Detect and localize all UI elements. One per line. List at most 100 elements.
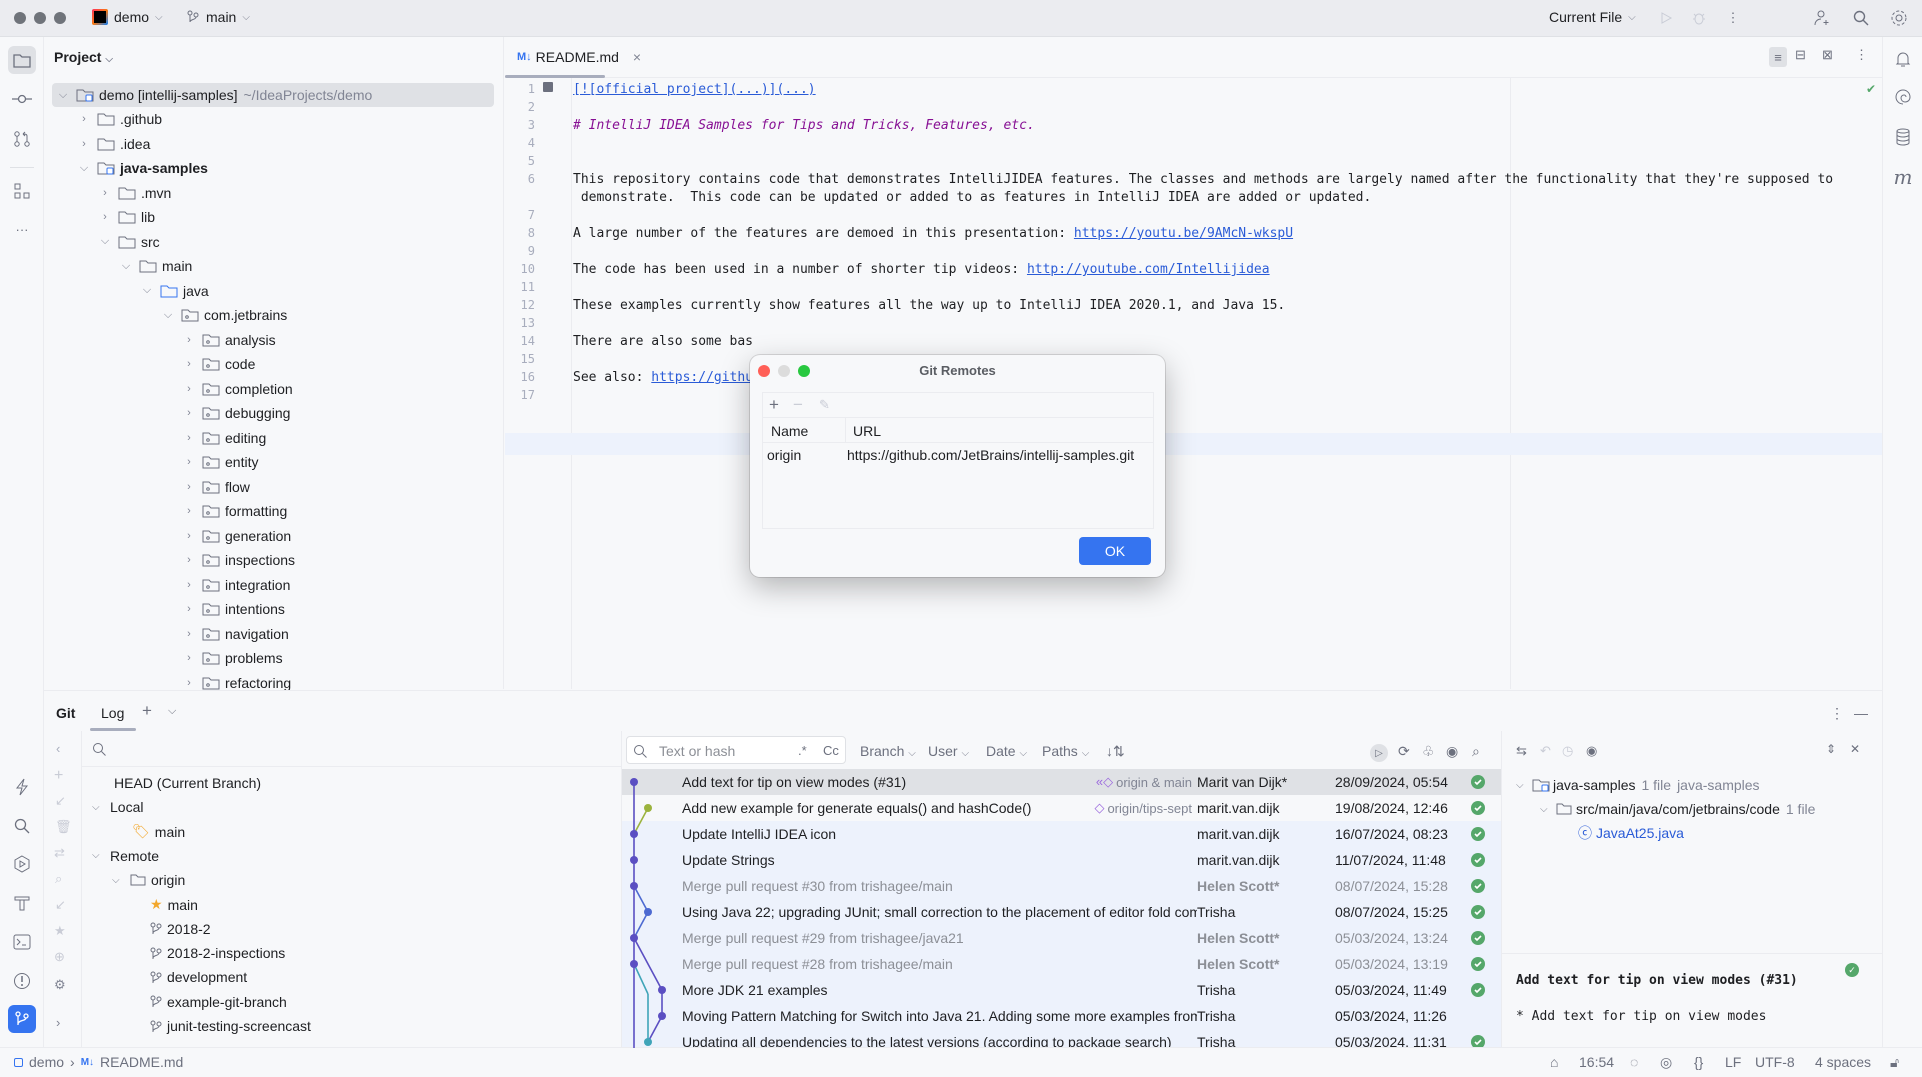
new-branch-button[interactable]: + — [54, 767, 63, 785]
paths-filter[interactable]: Paths ⌵ — [1042, 743, 1089, 759]
chevron-right-icon[interactable]: › — [182, 383, 196, 395]
remote-branch[interactable]: 2018-2 — [150, 917, 211, 941]
problems-tool-button[interactable] — [8, 967, 36, 995]
code-style-widget[interactable]: {} — [1694, 1054, 1703, 1070]
file-encoding[interactable]: UTF-8 — [1755, 1054, 1795, 1070]
project-tree-item[interactable]: ⌵ src — [98, 230, 160, 254]
project-tree-item[interactable]: › entity — [182, 450, 258, 474]
maven-button[interactable]: m — [1889, 163, 1917, 191]
markdown-link[interactable]: https://githu — [651, 370, 753, 385]
chevron-right-icon[interactable]: › — [182, 334, 196, 346]
branch-group-local[interactable]: ⌵ Local — [92, 795, 143, 819]
project-tree-item[interactable]: › analysis — [182, 328, 275, 352]
project-switcher[interactable]: demo ⌵ — [92, 9, 163, 25]
changed-file-row[interactable]: ⓒ JavaAt25.java — [1578, 821, 1684, 845]
commit-row[interactable]: Merge pull request #30 from trishagee/ma… — [622, 873, 1502, 899]
branch-group-remote[interactable]: ⌵ Remote — [92, 844, 159, 868]
breadcrumb-project[interactable]: demo — [29, 1054, 64, 1070]
cursor-position[interactable]: 16:54 — [1579, 1054, 1614, 1070]
chevron-right-icon[interactable]: › — [182, 579, 196, 591]
sort-options-button[interactable]: ↓⇅ — [1106, 743, 1125, 760]
database-button[interactable] — [1889, 123, 1917, 151]
project-tree-item[interactable]: ⌵ java — [140, 279, 209, 303]
commit-row[interactable]: Merge pull request #28 from trishagee/ma… — [622, 951, 1502, 977]
commit-row[interactable]: Add text for tip on view modes (#31) «◇ or… — [622, 769, 1502, 795]
view-options-button[interactable]: ◉ — [1446, 743, 1458, 760]
chevron-right-icon[interactable]: › — [182, 677, 196, 689]
project-tree-item[interactable]: › debugging — [182, 401, 290, 425]
tabs-dropdown-button[interactable]: ⌵ — [168, 705, 176, 718]
chevron-right-icon[interactable]: › — [182, 530, 196, 542]
remote-row[interactable]: origin https://github.com/JetBrains/inte… — [763, 443, 1153, 467]
commit-tool-button[interactable] — [8, 85, 36, 113]
editor-more-button[interactable]: ⋮ — [1855, 47, 1868, 63]
remote-branch[interactable]: junit-testing-screencast — [150, 1014, 311, 1038]
project-tree-item[interactable]: › navigation — [182, 622, 289, 646]
update-button[interactable]: ↙ — [55, 793, 66, 809]
chevron-right-icon[interactable]: › — [182, 481, 196, 493]
remote-branch[interactable]: ★ main — [150, 893, 198, 917]
pull-requests-tool-button[interactable] — [8, 125, 36, 153]
project-tree-item[interactable]: › integration — [182, 573, 290, 597]
add-remote-button[interactable]: + — [769, 395, 779, 415]
graph-options-button[interactable]: ♧ — [1422, 743, 1435, 760]
project-tree-item[interactable]: › .mvn — [98, 181, 171, 205]
build-tool-button[interactable] — [8, 889, 36, 917]
project-tool-button[interactable] — [8, 46, 36, 74]
commit-row[interactable]: Merge pull request #29 from trishagee/ja… — [622, 925, 1502, 951]
add-tab-button[interactable]: + — [142, 701, 152, 721]
expand-all-button[interactable]: ⇕ — [1826, 742, 1836, 756]
vcs-widget[interactable]: ⌂ — [1550, 1054, 1558, 1070]
commit-row[interactable]: Using Java 22; upgrading JUnit; small co… — [622, 899, 1502, 925]
fetch-button[interactable]: ↙ — [55, 897, 66, 913]
refresh-button[interactable]: ⟳ — [1398, 743, 1410, 760]
compare-button[interactable]: ⇄ — [54, 845, 65, 861]
expand-branches-button[interactable]: › — [56, 1015, 60, 1030]
chevron-right-icon[interactable]: › — [77, 138, 91, 150]
ok-button[interactable]: OK — [1079, 537, 1151, 565]
chevron-down-icon[interactable]: ⌵ — [112, 875, 130, 886]
run-icon[interactable] — [1656, 8, 1676, 28]
find-tool-button[interactable] — [8, 812, 36, 840]
close-icon[interactable]: × — [633, 49, 641, 65]
search-branch-button[interactable]: ⌕ — [55, 871, 62, 887]
markdown-link[interactable]: https://youtu.be/9AMcN-wkspU — [1074, 226, 1293, 241]
remote-origin[interactable]: ⌵ origin — [112, 868, 185, 892]
chevron-down-icon[interactable]: ⌵ — [92, 850, 110, 861]
more-tools-button[interactable]: ··· — [8, 215, 36, 243]
chevron-right-icon[interactable]: › — [77, 113, 91, 125]
show-diff-button[interactable]: ⇆ — [1516, 743, 1527, 759]
project-tree-item[interactable]: › lib — [98, 205, 155, 229]
project-tree-item[interactable]: › intentions — [182, 597, 285, 621]
project-tree-item[interactable]: › formatting — [182, 499, 287, 523]
debug-icon[interactable] — [1689, 8, 1709, 28]
breadcrumb-file[interactable]: README.md — [100, 1054, 183, 1070]
line-separator[interactable]: LF — [1725, 1054, 1741, 1070]
chevron-right-icon[interactable]: › — [182, 652, 196, 664]
tab-readme[interactable]: M↓ README.md × — [517, 49, 641, 65]
branch-switcher[interactable]: main ⌵ — [186, 9, 250, 25]
window-zoom-button[interactable] — [54, 12, 66, 24]
split-view-button[interactable]: ⊟ — [1795, 47, 1806, 63]
commit-row[interactable]: Add new example for generate equals() an… — [622, 795, 1502, 821]
branch-search-field[interactable] — [82, 731, 621, 767]
ci-success-icon[interactable] — [1471, 801, 1485, 815]
chevron-down-icon[interactable]: ⌵ — [161, 309, 175, 322]
ci-success-icon[interactable] — [1471, 983, 1485, 997]
ci-success-icon[interactable] — [1471, 827, 1485, 841]
project-tree-item[interactable]: › completion — [182, 377, 293, 401]
indent-setting[interactable]: 4 spaces — [1815, 1054, 1871, 1070]
changed-module-row[interactable]: ⌵ java-samples 1 file java-samples — [1516, 773, 1760, 797]
commit-row[interactable]: Update IntelliJ IDEA icon marit.van.dijk 1… — [622, 821, 1502, 847]
ai-widget[interactable]: ◎ — [1660, 1054, 1672, 1071]
notifications-button[interactable] — [1889, 45, 1917, 73]
match-case-toggle[interactable]: Cc — [823, 743, 839, 758]
user-filter[interactable]: User ⌵ — [928, 743, 969, 759]
navigate-log-button[interactable]: ⊕ — [54, 949, 65, 965]
git-tool-button[interactable] — [8, 1005, 36, 1033]
chevron-down-icon[interactable]: ⌵ — [119, 260, 133, 273]
chevron-right-icon[interactable]: › — [182, 358, 196, 370]
remote-branch[interactable]: 2018-2-inspections — [150, 941, 285, 965]
hide-panel-button[interactable]: — — [1854, 705, 1868, 721]
ci-success-icon[interactable] — [1471, 775, 1485, 789]
